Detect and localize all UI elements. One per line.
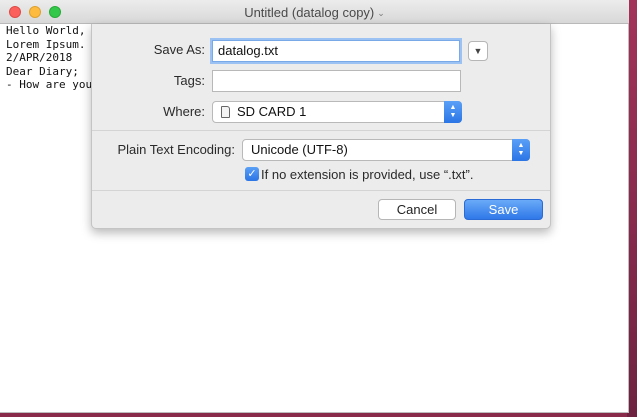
where-popup[interactable]: SD CARD 1 ▲ ▼ (212, 101, 462, 123)
window-title[interactable]: Untitled (datalog copy) ⌄ (0, 5, 629, 20)
up-down-chevron-icon: ▲ ▼ (444, 101, 462, 123)
tags-field[interactable] (212, 70, 461, 92)
window-titlebar[interactable]: Untitled (datalog copy) ⌄ (0, 0, 629, 24)
window-title-text: Untitled (datalog copy) (244, 5, 375, 20)
extension-checkbox-label[interactable]: If no extension is provided, use “.txt”. (261, 167, 521, 182)
section-divider (92, 190, 550, 191)
textedit-window: Untitled (datalog copy) ⌄ Hello World, Lo… (0, 0, 629, 413)
encoding-value: Unicode (UTF-8) (251, 142, 348, 157)
sd-card-icon (221, 106, 230, 118)
chevron-down-icon[interactable]: ⌄ (377, 8, 385, 18)
save-button[interactable]: Save (464, 199, 543, 220)
save-as-field[interactable]: datalog.txt (212, 40, 460, 62)
checkmark-icon: ✓ (247, 168, 257, 180)
save-as-label: Save As: (153, 42, 205, 57)
extension-checkbox[interactable]: ✓ (245, 167, 259, 181)
save-dialog-sheet: Save As: datalog.txt ▼ Tags: Where: SD C… (91, 24, 551, 229)
where-label: Where: (163, 104, 205, 119)
where-value: SD CARD 1 (237, 104, 307, 119)
section-divider (92, 130, 550, 131)
expand-dialog-button[interactable]: ▼ (468, 41, 488, 61)
tags-label: Tags: (173, 73, 205, 88)
up-down-chevron-icon: ▲ ▼ (512, 139, 530, 161)
encoding-label: Plain Text Encoding: (117, 142, 235, 157)
encoding-popup[interactable]: Unicode (UTF-8) ▲ ▼ (242, 139, 530, 161)
cancel-button[interactable]: Cancel (378, 199, 456, 220)
chevron-down-icon: ▼ (473, 46, 483, 56)
document-text-area[interactable]: Hello World, Lorem Ipsum. 2/APR/2018 Dea… (6, 24, 94, 94)
